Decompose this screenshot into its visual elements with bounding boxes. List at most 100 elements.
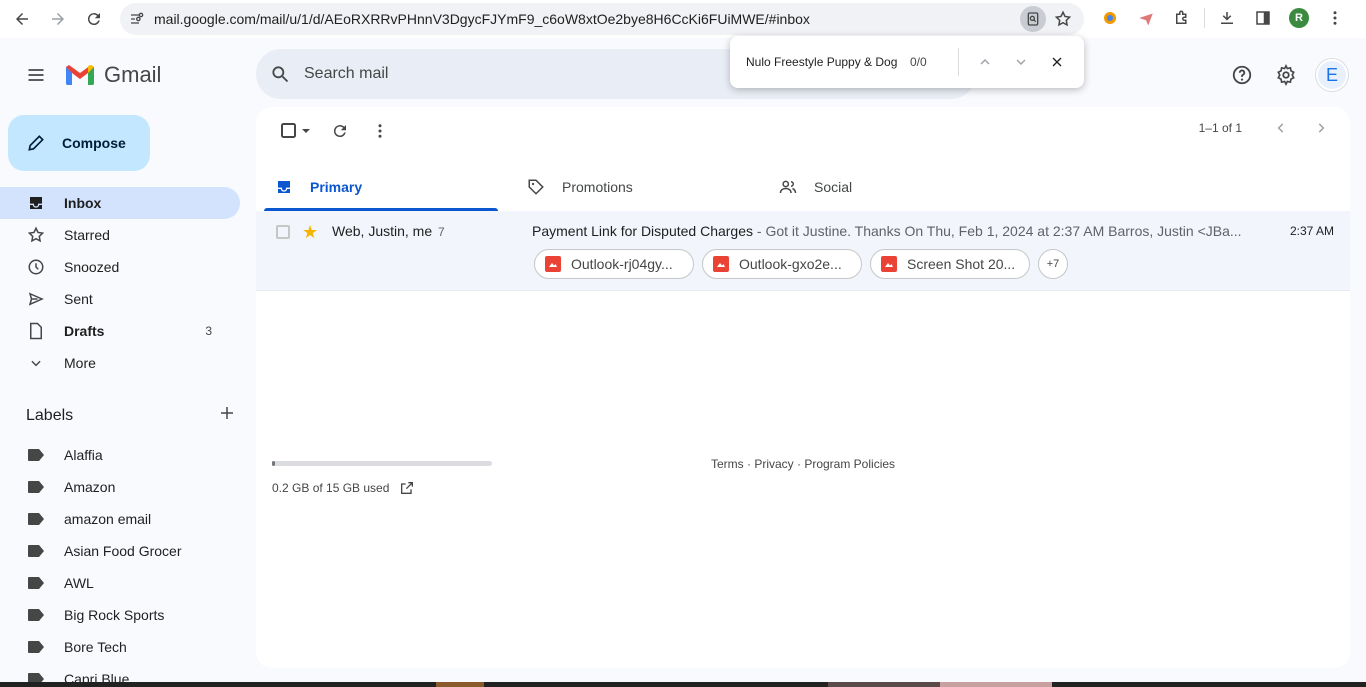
attachment-chips: Outlook-rj04gy... Outlook-gxo2e... Scree… (534, 249, 1068, 279)
send-icon (26, 290, 46, 308)
find-close-icon[interactable] (1039, 44, 1075, 80)
label-item[interactable]: amazon email (0, 503, 256, 535)
add-label-icon[interactable] (218, 404, 236, 427)
more-options-icon[interactable] (360, 117, 400, 145)
sidebar-item-sent[interactable]: Sent (0, 283, 240, 315)
profile-avatar[interactable]: R (1285, 4, 1313, 32)
sidebar-item-label: Sent (64, 291, 93, 307)
find-next-icon[interactable] (1003, 44, 1039, 80)
pagination-count[interactable]: 1–1 of 1 (1199, 121, 1242, 135)
star-filled-icon[interactable]: ★ (302, 222, 318, 243)
label-name: Bore Tech (64, 639, 127, 655)
tab-social[interactable]: Social (768, 163, 1020, 211)
label-item[interactable]: Amazon (0, 471, 256, 503)
draft-file-icon (26, 322, 46, 340)
attachment-chip[interactable]: Outlook-gxo2e... (702, 249, 862, 279)
url-text[interactable]: mail.google.com/mail/u/1/d/AEoRXRRvPHnnV… (154, 11, 1020, 27)
label-name: Amazon (64, 479, 116, 495)
taskbar-segment (940, 682, 1052, 687)
refresh-icon[interactable] (320, 117, 360, 145)
label-tag-icon (28, 545, 44, 557)
thread-count: 7 (438, 225, 445, 239)
bookmark-star-icon[interactable] (1050, 6, 1076, 32)
label-name: AWL (64, 575, 94, 591)
search-input[interactable]: Search mail (304, 65, 388, 83)
label-tag-icon (28, 481, 44, 493)
side-panel-icon[interactable] (1249, 4, 1277, 32)
label-tag-icon (28, 449, 44, 461)
account-avatar[interactable]: E (1316, 59, 1348, 91)
find-in-page-icon[interactable] (1020, 6, 1046, 32)
sidebar-item-label: Starred (64, 227, 110, 243)
sidebar-item-label: Drafts (64, 323, 105, 339)
compose-button[interactable]: Compose (8, 115, 150, 171)
category-tabs: Primary Promotions Social (264, 163, 1020, 211)
reload-icon[interactable] (76, 1, 112, 37)
image-file-icon (881, 256, 897, 272)
extension-plane-icon[interactable] (1132, 4, 1160, 32)
gmail-logo[interactable]: Gmail (64, 62, 161, 88)
storage-usage: 0.2 GB of 15 GB used (272, 461, 492, 496)
attachment-name: Screen Shot 20... (907, 256, 1016, 272)
browser-menu-icon[interactable] (1321, 4, 1349, 32)
email-time: 2:37 AM (1289, 224, 1334, 238)
pagination: 1–1 of 1 (1199, 121, 1334, 135)
taskbar-segment (436, 682, 484, 687)
back-arrow-icon[interactable] (4, 1, 40, 37)
find-match-count: 0/0 (910, 55, 927, 69)
inbox-icon (274, 179, 294, 195)
help-icon[interactable] (1222, 55, 1262, 95)
address-bar[interactable]: mail.google.com/mail/u/1/d/AEoRXRRvPHnnV… (120, 3, 1084, 35)
chevron-left-icon[interactable] (1268, 121, 1294, 135)
sidebar-item-label: Inbox (64, 195, 102, 211)
label-item[interactable]: Asian Food Grocer (0, 535, 256, 567)
label-tag-icon (28, 641, 44, 653)
sidebar-item-inbox[interactable]: Inbox (0, 187, 240, 219)
sidebar-item-snoozed[interactable]: Snoozed (0, 251, 240, 283)
email-sender: Web, Justin, me 7 (332, 223, 445, 239)
select-all-checkbox[interactable] (272, 117, 320, 145)
pencil-icon (28, 135, 44, 151)
clock-icon (26, 258, 46, 276)
attachment-chip[interactable]: Outlook-rj04gy... (534, 249, 694, 279)
tab-promotions[interactable]: Promotions (516, 163, 768, 211)
tab-primary[interactable]: Primary (264, 163, 516, 211)
star-outline-icon (26, 226, 46, 244)
email-row[interactable]: ★ Web, Justin, me 7 Payment Link for Dis… (256, 211, 1350, 291)
email-subject-line: Payment Link for Disputed Charges - Got … (532, 223, 1242, 239)
attachment-chip[interactable]: Screen Shot 20... (870, 249, 1030, 279)
email-subject: Payment Link for Disputed Charges (532, 223, 753, 239)
storage-bar (272, 461, 492, 466)
sidebar-item-starred[interactable]: Starred (0, 219, 240, 251)
mail-list-panel: 1–1 of 1 Primary Promotions Social ★ Web… (256, 107, 1350, 668)
external-link-icon[interactable] (399, 480, 415, 496)
more-attachments-chip[interactable]: +7 (1038, 249, 1068, 279)
label-item[interactable]: Bore Tech (0, 631, 256, 663)
main-menu-icon[interactable] (16, 55, 56, 95)
sidebar-item-more[interactable]: More (0, 347, 240, 379)
image-file-icon (713, 256, 729, 272)
footer-links[interactable]: Terms · Privacy · Program Policies (711, 457, 895, 471)
sidebar-nav: Inbox Starred Snoozed Sent Drafts 3 More (0, 187, 256, 379)
email-select-checkbox[interactable] (276, 225, 290, 239)
downloads-icon[interactable] (1213, 4, 1241, 32)
label-name: amazon email (64, 511, 152, 527)
forward-arrow-icon[interactable] (40, 1, 76, 37)
sidebar-item-drafts[interactable]: Drafts 3 (0, 315, 240, 347)
gmail-m-icon (66, 65, 94, 85)
image-file-icon (545, 256, 561, 272)
find-previous-icon[interactable] (967, 44, 1003, 80)
label-item[interactable]: AWL (0, 567, 256, 599)
storage-bar-fill (272, 461, 275, 466)
site-settings-icon[interactable] (120, 11, 154, 27)
chevron-right-icon[interactable] (1308, 121, 1334, 135)
settings-gear-icon[interactable] (1266, 55, 1306, 95)
tab-label: Social (814, 179, 853, 195)
label-item[interactable]: Alaffia (0, 439, 256, 471)
extension-orange-icon[interactable] (1096, 4, 1124, 32)
label-tag-icon (28, 609, 44, 621)
find-query-input[interactable]: Nulo Freestyle Puppy & Dog (746, 55, 910, 69)
extensions-puzzle-icon[interactable] (1168, 4, 1196, 32)
label-item[interactable]: Big Rock Sports (0, 599, 256, 631)
search-icon[interactable] (256, 64, 304, 84)
